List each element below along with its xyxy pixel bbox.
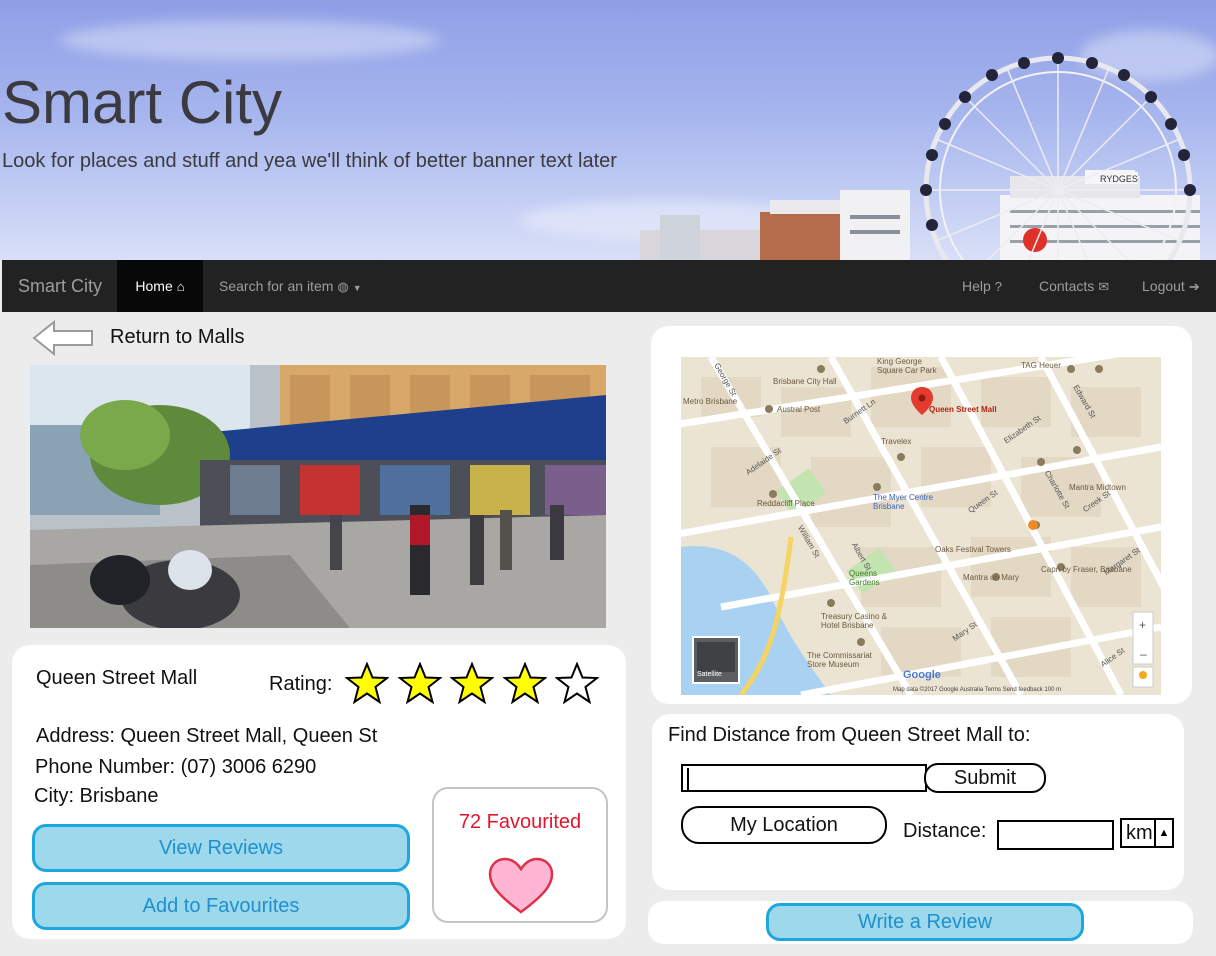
hero-banner: RYDGES Smart City Look for places and st…	[0, 0, 1216, 260]
top-navbar: Smart City Home ⌂ Search for an item ◍ ▼ He…	[2, 260, 1216, 312]
map-poi-label: Reddacliff Place	[757, 499, 815, 508]
star-filled-icon	[502, 662, 547, 704]
question-circle-icon: ?	[994, 279, 1003, 294]
distance-title: Find Distance from Queen Street Mall to:	[668, 724, 1031, 746]
place-phone: Phone Number: (07) 3006 6290	[35, 756, 317, 778]
map-footer: Map data ©2017 Google Australia Terms Se…	[893, 687, 1062, 693]
submit-button[interactable]: Submit	[924, 763, 1046, 793]
map-marker-label: Queen Street Mall	[929, 405, 997, 414]
logout-icon: ➔	[1188, 279, 1200, 294]
star-filled-icon	[450, 662, 494, 704]
map-poi-label: Treasury Casino & Hotel Brisbane	[821, 612, 887, 630]
globe-icon: ◍	[337, 279, 349, 294]
nav-search-dropdown[interactable]: Search for an item ◍ ▼	[219, 260, 362, 312]
view-reviews-button[interactable]: View Reviews	[32, 824, 410, 872]
map-poi-label: Mantra Midtown	[1069, 483, 1126, 492]
nav-logout-label: Logout	[1142, 278, 1185, 294]
map-poi-label: Brisbane City Hall	[773, 377, 837, 386]
banner-title: Smart City	[2, 69, 283, 136]
nav-logout-link[interactable]: Logout ➔	[1142, 260, 1200, 312]
write-review-button[interactable]: Write a Review	[766, 903, 1084, 941]
favourites-box: 72 Favourited	[432, 787, 608, 923]
rating-label: Rating:	[269, 673, 333, 695]
map-poi-label: King George Square Car Park	[877, 357, 937, 375]
map-poi-label: Queens Gardens	[849, 569, 880, 587]
map-poi-label: Capri by Fraser, Brisbane	[1041, 565, 1132, 574]
home-icon: ⌂	[176, 279, 185, 294]
unit-select-value: km	[1126, 822, 1153, 844]
map-satellite-toggle[interactable]: Satellite	[697, 671, 722, 678]
unit-select[interactable]: km ▲	[1120, 818, 1174, 848]
map-poi-label: Metro Brisbane	[683, 397, 738, 406]
spinner-arrows-icon: ▲	[1154, 820, 1172, 846]
text-cursor	[687, 768, 689, 790]
navbar-brand[interactable]: Smart City	[18, 260, 102, 312]
map-poi-label: Mantra on Mary	[963, 573, 1020, 582]
zoom-out-icon[interactable]	[1139, 648, 1147, 656]
map-poi-label: The Commissariat Store Museum	[807, 651, 872, 669]
map-poi-label: TAG Heuer	[1021, 361, 1061, 370]
svg-text:RYDGES: RYDGES	[1100, 174, 1138, 184]
heart-icon	[488, 857, 554, 914]
map-poi-label: Travelex	[881, 437, 912, 446]
mall-photo	[30, 365, 606, 628]
nav-home-label: Home	[135, 278, 173, 294]
return-to-malls-link[interactable]: Return to Malls	[110, 326, 245, 349]
star-empty-icon	[555, 662, 599, 704]
map-poi-label: Oaks Festival Towers	[935, 545, 1011, 554]
favourite-count: 72 Favourited	[458, 811, 582, 833]
banner-subtitle: Look for places and stuff and yea we'll …	[2, 150, 617, 172]
distance-output	[997, 820, 1114, 850]
add-to-favourites-button[interactable]: Add to Favourites	[32, 882, 410, 930]
caret-down-icon: ▼	[352, 283, 362, 293]
navbar-brand-label: Smart City	[18, 276, 103, 296]
nav-help-link[interactable]: Help?	[962, 260, 1002, 312]
nav-contacts-label: Contacts	[1039, 278, 1095, 294]
map-poi-label: The Myer Centre Brisbane	[873, 493, 934, 511]
destination-input[interactable]	[681, 764, 927, 792]
zoom-in-icon[interactable]	[1139, 614, 1147, 622]
my-location-button[interactable]: My Location	[681, 806, 887, 844]
star-filled-icon	[345, 662, 389, 704]
nav-contacts-link[interactable]: Contacts ✉	[1039, 260, 1109, 312]
envelope-icon: ✉	[1098, 279, 1110, 294]
nav-help-label: Help	[962, 278, 991, 294]
location-map[interactable]: + – George St Albert St Edward St Elizab…	[681, 357, 1161, 695]
place-name: Queen Street Mall	[36, 667, 198, 689]
google-logo: Google	[903, 669, 941, 681]
place-address: Address: Queen Street Mall, Queen St	[36, 725, 378, 747]
nav-search-label: Search for an item	[219, 278, 334, 294]
map-poi-label: Austral Post	[777, 405, 821, 414]
star-filled-icon	[397, 662, 442, 704]
nav-home-link[interactable]: Home ⌂	[117, 260, 203, 312]
pegman-icon[interactable]	[1137, 669, 1149, 685]
back-arrow-icon[interactable]	[32, 320, 96, 356]
distance-label: Distance:	[903, 820, 987, 842]
place-city: City: Brisbane	[34, 785, 159, 807]
